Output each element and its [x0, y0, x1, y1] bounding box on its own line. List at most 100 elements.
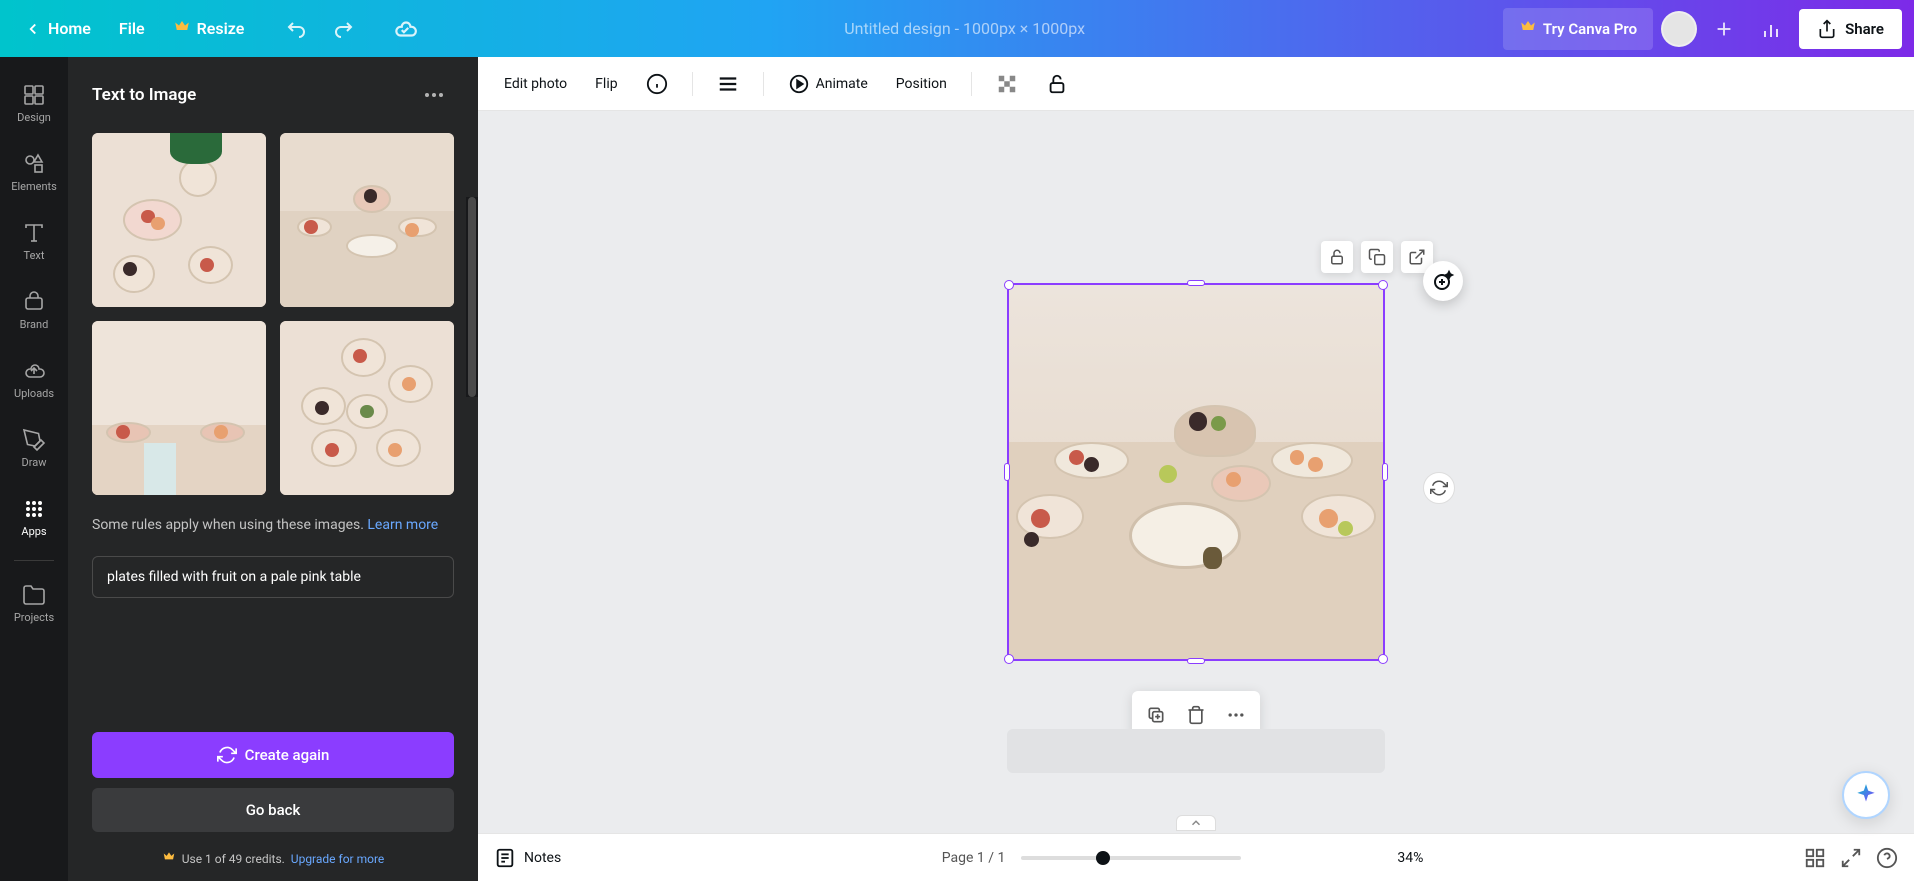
upgrade-link[interactable]: Upgrade for more: [291, 852, 384, 866]
rail-projects[interactable]: Projects: [0, 569, 68, 638]
prompt-input[interactable]: [92, 556, 454, 598]
regenerate-button[interactable]: [1423, 472, 1455, 504]
rail-label: Draw: [22, 456, 47, 469]
resize-handle-l[interactable]: [1004, 463, 1010, 481]
zoom-level: 34%: [1397, 850, 1423, 866]
resize-handle-tr[interactable]: [1378, 280, 1388, 290]
redo-button[interactable]: [322, 9, 362, 49]
rail-elements[interactable]: Elements: [0, 138, 68, 207]
grid-view-button[interactable]: [1804, 847, 1826, 869]
document-title[interactable]: Untitled design - 1000px × 1000px: [426, 19, 1503, 38]
rail-text[interactable]: Text: [0, 207, 68, 276]
generated-image-1[interactable]: [92, 133, 266, 307]
list-style-button[interactable]: [707, 65, 749, 103]
position-button[interactable]: Position: [886, 68, 957, 100]
crown-icon: [173, 18, 191, 40]
notes-icon: [494, 847, 516, 869]
resize-handle-bl[interactable]: [1004, 654, 1014, 664]
generated-image-2[interactable]: [280, 133, 454, 307]
more-icon: [422, 83, 446, 107]
add-member-button[interactable]: [1705, 10, 1743, 48]
try-pro-button[interactable]: Try Canva Pro: [1503, 8, 1653, 50]
resize-handle-t[interactable]: [1187, 280, 1205, 286]
expand-pages-button[interactable]: [1176, 815, 1216, 831]
rail-label: Elements: [11, 180, 57, 193]
rail-brand[interactable]: Brand: [0, 276, 68, 345]
share-icon: [1817, 19, 1837, 39]
notes-button[interactable]: Notes: [494, 847, 561, 869]
panel-more-button[interactable]: [414, 75, 454, 115]
rail-apps[interactable]: Apps: [0, 483, 68, 552]
resize-handle-r[interactable]: [1382, 463, 1388, 481]
delete-element-button[interactable]: [1180, 699, 1212, 731]
zoom-slider[interactable]: [1021, 856, 1241, 860]
transparency-button[interactable]: [986, 65, 1028, 103]
design-canvas[interactable]: [1007, 283, 1385, 661]
apps-icon: [22, 497, 46, 521]
resize-handle-tl[interactable]: [1004, 280, 1014, 290]
flip-button[interactable]: Flip: [585, 68, 627, 100]
panel-body: Some rules apply when using these images…: [68, 133, 478, 714]
analytics-button[interactable]: [1751, 9, 1791, 49]
file-menu-button[interactable]: File: [107, 11, 157, 46]
generated-image-3[interactable]: [92, 321, 266, 495]
more-actions-button[interactable]: [1220, 699, 1252, 731]
canvas-area: Edit photo Flip Animate Position: [478, 57, 1914, 881]
resize-handle-b[interactable]: [1187, 658, 1205, 664]
panel-scrollbar[interactable]: [466, 197, 478, 397]
panel-title: Text to Image: [92, 85, 196, 105]
undo-button[interactable]: [278, 9, 318, 49]
share-button[interactable]: Share: [1799, 9, 1902, 49]
rail-label: Apps: [21, 525, 46, 538]
add-page-strip[interactable]: [1007, 729, 1385, 773]
canvas-viewport[interactable]: [478, 111, 1914, 833]
learn-more-link[interactable]: Learn more: [367, 517, 438, 533]
try-pro-label: Try Canva Pro: [1543, 20, 1637, 38]
info-icon: [646, 73, 668, 95]
resize-button[interactable]: Resize: [161, 10, 257, 48]
external-icon: [1408, 248, 1426, 266]
magic-fab-button[interactable]: [1842, 771, 1890, 819]
grid-icon: [1804, 847, 1826, 869]
draw-icon: [22, 428, 46, 452]
elements-icon: [22, 152, 46, 176]
list-icon: [717, 73, 739, 95]
lock-button[interactable]: [1036, 65, 1078, 103]
main-container: Design Elements Text Brand Uploads Draw …: [0, 57, 1914, 881]
duplicate-element-button[interactable]: [1361, 241, 1393, 273]
help-button[interactable]: [1876, 847, 1898, 869]
lock-open-icon: [1328, 248, 1346, 266]
notes-label: Notes: [524, 850, 561, 866]
header-left: Home File Resize: [12, 8, 426, 50]
toolbar-divider: [692, 72, 693, 96]
app-header: Home File Resize Untitled design - 1000p…: [0, 0, 1914, 57]
animate-button[interactable]: Animate: [778, 65, 878, 103]
rail-draw[interactable]: Draw: [0, 414, 68, 483]
home-button[interactable]: Home: [12, 11, 103, 46]
lock-element-button[interactable]: [1321, 241, 1353, 273]
go-back-button[interactable]: Go back: [92, 788, 454, 832]
rail-label: Projects: [14, 611, 54, 624]
generated-image-4[interactable]: [280, 321, 454, 495]
cloud-sync-button[interactable]: [384, 8, 426, 50]
resize-handle-br[interactable]: [1378, 654, 1388, 664]
brand-icon: [22, 290, 46, 314]
rail-design[interactable]: Design: [0, 69, 68, 138]
sparkle-icon: [1853, 782, 1879, 808]
side-panel: Text to Image: [68, 57, 478, 881]
ai-suggest-button[interactable]: [1423, 261, 1463, 301]
create-again-button[interactable]: Create again: [92, 732, 454, 778]
credits-text: Use 1 of 49 credits. Upgrade for more: [68, 842, 478, 881]
zoom-thumb[interactable]: [1096, 851, 1110, 865]
avatar[interactable]: [1661, 11, 1697, 47]
rules-text: Some rules apply when using these images…: [92, 515, 454, 536]
create-again-label: Create again: [245, 746, 330, 764]
info-button[interactable]: [636, 65, 678, 103]
duplicate-page-button[interactable]: [1140, 699, 1172, 731]
selected-image[interactable]: [1007, 283, 1385, 661]
fullscreen-button[interactable]: [1840, 847, 1862, 869]
edit-photo-button[interactable]: Edit photo: [494, 68, 577, 100]
share-label: Share: [1845, 20, 1884, 38]
rail-uploads[interactable]: Uploads: [0, 345, 68, 414]
rail-label: Brand: [20, 318, 49, 331]
